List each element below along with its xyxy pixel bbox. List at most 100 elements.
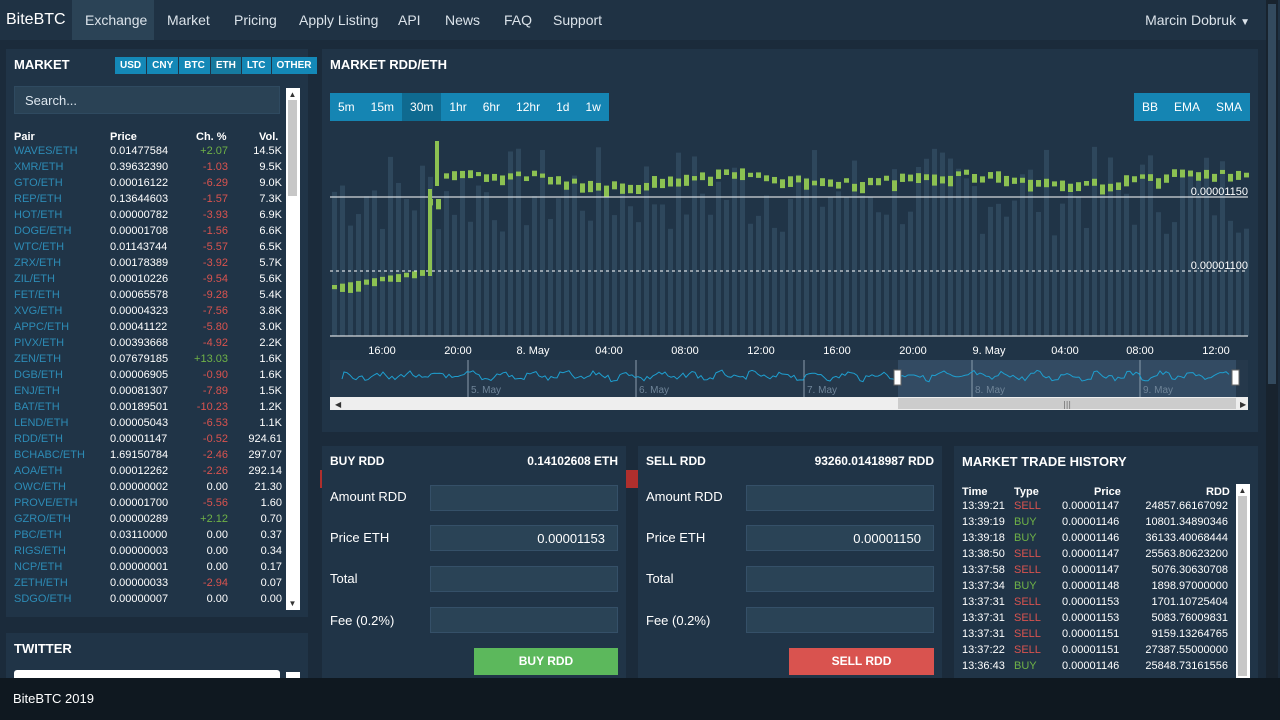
nav-apply-listing[interactable]: Apply Listing <box>299 12 378 28</box>
market-row[interactable]: RDD/ETH 0.00001147 -0.52 924.61 <box>14 433 282 449</box>
market-row[interactable]: ZEN/ETH 0.07679185 +13.03 1.6K <box>14 353 282 369</box>
history-scrollbar[interactable]: ▲ <box>1236 484 1250 678</box>
tab-cny[interactable]: CNY <box>147 57 179 74</box>
candle <box>916 173 921 184</box>
nav-news[interactable]: News <box>445 12 480 28</box>
market-price: 0.00000289 <box>110 513 169 525</box>
buy-total-input[interactable] <box>430 566 618 592</box>
nav-market[interactable]: Market <box>167 12 210 28</box>
market-row[interactable]: LEND/ETH 0.00005043 -6.53 1.1K <box>14 417 282 433</box>
market-change: +13.03 <box>194 353 228 365</box>
nav-support[interactable]: Support <box>553 12 602 28</box>
candle <box>620 183 625 194</box>
candle <box>1228 173 1233 182</box>
tab-usd[interactable]: USD <box>115 57 147 74</box>
candlestick-chart[interactable]: 0.00001150 0.00001100 16:00 20:00 8. May 04… <box>322 49 1258 432</box>
scroll-down-icon[interactable]: ▼ <box>286 599 299 608</box>
market-row[interactable]: AOA/ETH 0.00012262 -2.26 292.14 <box>14 465 282 481</box>
market-row[interactable]: PROVE/ETH 0.00001700 -5.56 1.60 <box>14 497 282 513</box>
navigator-day-label: 6. May <box>639 385 669 396</box>
nav-exchange[interactable]: Exchange <box>85 12 147 28</box>
buy-button[interactable]: BUY RDD <box>474 648 618 675</box>
market-row[interactable]: GTO/ETH 0.00016122 -6.29 9.0K <box>14 177 282 193</box>
candle <box>388 275 393 282</box>
market-row[interactable]: PBC/ETH 0.03110000 0.00 0.37 <box>14 529 282 545</box>
market-row[interactable]: WTC/ETH 0.01143744 -5.57 6.5K <box>14 241 282 257</box>
market-row[interactable]: RIGS/ETH 0.00000003 0.00 0.34 <box>14 545 282 561</box>
candle <box>356 280 361 292</box>
tab-other[interactable]: OTHER <box>271 57 317 74</box>
market-row[interactable]: HOT/ETH 0.00000782 -3.93 6.9K <box>14 209 282 225</box>
navigator-handle-right[interactable] <box>1231 369 1240 386</box>
market-row[interactable]: PIVX/ETH 0.00393668 -4.92 2.2K <box>14 337 282 353</box>
market-row[interactable]: APPC/ETH 0.00041122 -5.80 3.0K <box>14 321 282 337</box>
navigator-handle-left[interactable] <box>893 369 902 386</box>
scroll-grip-icon[interactable]: ||| <box>1063 400 1071 409</box>
nav-faq[interactable]: FAQ <box>504 12 532 28</box>
market-row[interactable]: ZRX/ETH 0.00178389 -3.92 5.7K <box>14 257 282 273</box>
nav-api[interactable]: API <box>398 12 421 28</box>
market-row[interactable]: ZETH/ETH 0.00000033 -2.94 0.07 <box>14 577 282 593</box>
market-row[interactable]: BAT/ETH 0.00189501 -10.23 1.2K <box>14 401 282 417</box>
market-search-input[interactable] <box>14 86 280 114</box>
market-row[interactable]: GZRO/ETH 0.00000289 +2.12 0.70 <box>14 513 282 529</box>
volume-bar <box>452 214 457 336</box>
market-row[interactable]: ENJ/ETH 0.00081307 -7.89 1.5K <box>14 385 282 401</box>
nav-pricing[interactable]: Pricing <box>234 12 277 28</box>
buy-amount-input[interactable] <box>430 485 618 511</box>
volume-bar <box>1044 149 1049 336</box>
candle <box>1220 169 1225 174</box>
market-price: 0.39632390 <box>110 161 169 173</box>
history-scrollbar-thumb[interactable] <box>1238 496 1247 676</box>
trade-time: 13:37:31 <box>962 628 1005 640</box>
sell-amount-label: Amount RDD <box>646 489 723 504</box>
top-navbar: BiteBTC Exchange Market Pricing Apply Li… <box>0 0 1280 40</box>
trade-price: 0.00001146 <box>1062 532 1120 544</box>
market-change: -5.80 <box>202 321 228 333</box>
twitter-feed[interactable] <box>14 670 280 678</box>
sell-button[interactable]: SELL RDD <box>789 648 934 675</box>
buy-fee-input[interactable] <box>430 607 618 633</box>
tab-ltc[interactable]: LTC <box>241 57 271 74</box>
buy-amount-label: Amount RDD <box>330 489 407 504</box>
user-menu[interactable]: Marcin Dobruk ▼ <box>1145 12 1250 28</box>
navigator-selection[interactable] <box>898 360 1236 397</box>
market-volume: 1.1K <box>259 417 282 429</box>
sell-total-input[interactable] <box>746 566 934 592</box>
trade-time: 13:37:31 <box>962 596 1005 608</box>
market-row[interactable]: WAVES/ETH 0.01477584 +2.07 14.5K <box>14 145 282 161</box>
candle <box>756 172 761 178</box>
page-scrollbar[interactable] <box>1266 0 1278 690</box>
page-scrollbar-thumb[interactable] <box>1268 4 1276 384</box>
market-row[interactable]: ZIL/ETH 0.00010226 -9.54 5.6K <box>14 273 282 289</box>
market-row[interactable]: DGB/ETH 0.00006905 -0.90 1.6K <box>14 369 282 385</box>
scroll-up-icon[interactable]: ▲ <box>1236 486 1249 495</box>
market-row[interactable]: OWC/ETH 0.00000002 0.00 21.30 <box>14 481 282 497</box>
candle <box>604 185 609 197</box>
buy-price-input[interactable] <box>430 525 618 551</box>
tab-btc[interactable]: BTC <box>179 57 210 74</box>
market-row[interactable]: NCP/ETH 0.00000001 0.00 0.17 <box>14 561 282 577</box>
market-row[interactable]: XMR/ETH 0.39632390 -1.03 9.5K <box>14 161 282 177</box>
scroll-right-icon[interactable]: ▶ <box>1240 400 1247 409</box>
market-scrollbar[interactable]: ▲ ▼ <box>286 88 300 610</box>
market-pair: BCHABC/ETH <box>14 449 85 461</box>
sell-fee-input[interactable] <box>746 607 934 633</box>
market-row[interactable]: REP/ETH 0.13644603 -1.57 7.3K <box>14 193 282 209</box>
market-row[interactable]: BCHABC/ETH 1.69150784 -2.46 297.07 <box>14 449 282 465</box>
market-row[interactable]: DOGE/ETH 0.00001708 -1.56 6.6K <box>14 225 282 241</box>
scroll-up-icon[interactable]: ▲ <box>286 90 299 99</box>
brand-logo[interactable]: BiteBTC <box>6 11 66 29</box>
market-scrollbar-thumb[interactable] <box>288 100 297 196</box>
market-volume: 5.7K <box>259 257 282 269</box>
market-row[interactable]: SDGO/ETH 0.00000007 0.00 0.00 <box>14 593 282 609</box>
x-tick-label: 12:00 <box>747 345 775 357</box>
market-volume: 1.5K <box>259 385 282 397</box>
trade-time: 13:37:34 <box>962 580 1005 592</box>
tab-eth[interactable]: ETH <box>210 57 241 74</box>
market-row[interactable]: FET/ETH 0.00065578 -9.28 5.4K <box>14 289 282 305</box>
scroll-left-icon[interactable]: ◀ <box>335 400 342 409</box>
market-row[interactable]: XVG/ETH 0.00004323 -7.56 3.8K <box>14 305 282 321</box>
sell-price-input[interactable] <box>746 525 934 551</box>
sell-amount-input[interactable] <box>746 485 934 511</box>
